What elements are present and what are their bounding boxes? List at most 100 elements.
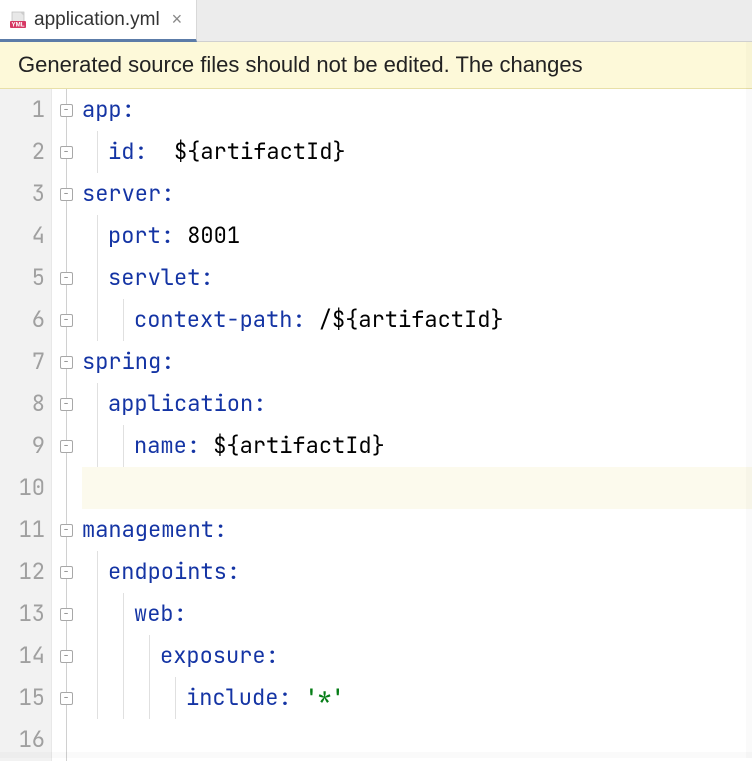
token-key: server (82, 179, 161, 208)
code-line[interactable]: name: ${artifactId} (82, 425, 752, 467)
fold-close-icon[interactable]: − (60, 146, 73, 159)
token-colon: : (214, 515, 227, 544)
indent-guide (175, 677, 176, 719)
fold-close-icon[interactable]: − (60, 440, 73, 453)
indent-guide (97, 425, 98, 467)
code-line[interactable]: id: ${artifactId} (82, 131, 752, 173)
line-number: 15 (10, 677, 45, 719)
code-line[interactable]: management: (82, 509, 752, 551)
fold-open-icon[interactable]: − (60, 188, 73, 201)
line-number: 8 (10, 383, 45, 425)
line-number: 5 (10, 257, 45, 299)
fold-marker[interactable]: − (52, 551, 80, 593)
token-key: port (108, 221, 161, 250)
code-line[interactable]: web: (82, 593, 752, 635)
code-line[interactable]: spring: (82, 341, 752, 383)
fold-marker (52, 215, 80, 257)
yml-file-icon: YML (10, 11, 28, 29)
svg-text:YML: YML (11, 21, 24, 28)
token-val: ${artifactId} (200, 431, 385, 460)
fold-marker[interactable]: − (52, 299, 80, 341)
fold-marker[interactable]: − (52, 425, 80, 467)
fold-open-icon[interactable]: − (60, 398, 73, 411)
token-val: 8001 (174, 221, 240, 250)
code-line[interactable]: include: '*' (82, 677, 752, 719)
fold-marker[interactable]: − (52, 593, 80, 635)
indent-guide (97, 299, 98, 341)
fold-open-icon[interactable]: − (60, 608, 73, 621)
token-colon: : (227, 557, 240, 586)
token-colon: : (161, 221, 174, 250)
fold-open-icon[interactable]: − (60, 356, 73, 369)
indent-guide (123, 593, 124, 635)
fold-marker[interactable]: − (52, 677, 80, 719)
indent-guide (97, 131, 98, 173)
token-key: name (134, 431, 187, 460)
fold-marker[interactable]: − (52, 131, 80, 173)
fold-marker[interactable]: − (52, 257, 80, 299)
line-number: 11 (10, 509, 45, 551)
line-number: 6 (10, 299, 45, 341)
fold-marker[interactable]: − (52, 173, 80, 215)
token-key: spring (82, 347, 161, 376)
token-colon: : (122, 95, 135, 124)
fold-open-icon[interactable]: − (60, 104, 73, 117)
token-colon: : (174, 599, 187, 628)
tab-filename: application.yml (34, 9, 160, 31)
token-key: web (134, 599, 174, 628)
token-colon: : (253, 389, 266, 418)
token-val (292, 683, 305, 712)
token-key: exposure (160, 641, 266, 670)
close-icon[interactable]: × (172, 9, 183, 30)
code-line[interactable] (82, 467, 752, 509)
token-colon: : (292, 305, 305, 334)
fold-marker[interactable]: − (52, 635, 80, 677)
file-tab[interactable]: YML application.yml × (0, 0, 197, 42)
indent-guide (123, 425, 124, 467)
fold-marker[interactable]: − (52, 89, 80, 131)
vertical-scrollbar[interactable] (746, 42, 752, 758)
indent-guide (97, 383, 98, 425)
line-number: 1 (10, 89, 45, 131)
line-number: 3 (10, 173, 45, 215)
indent-guide (97, 551, 98, 593)
indent-guide (97, 215, 98, 257)
indent-guide (97, 635, 98, 677)
line-number-gutter: 12345678910111213141516 (0, 89, 52, 761)
code-line[interactable]: app: (82, 89, 752, 131)
code-line[interactable]: port: 8001 (82, 215, 752, 257)
fold-close-icon[interactable]: − (60, 314, 73, 327)
code-editor[interactable]: 12345678910111213141516 −−−−−−−−−−−−− ap… (0, 89, 752, 761)
token-key: context-path (134, 305, 292, 334)
fold-close-icon[interactable]: − (60, 692, 73, 705)
fold-open-icon[interactable]: − (60, 524, 73, 537)
code-line[interactable]: application: (82, 383, 752, 425)
indent-guide (97, 257, 98, 299)
fold-marker[interactable]: − (52, 341, 80, 383)
fold-marker[interactable]: − (52, 509, 80, 551)
fold-open-icon[interactable]: − (60, 272, 73, 285)
fold-open-icon[interactable]: − (60, 566, 73, 579)
token-key: app (82, 95, 122, 124)
code-content[interactable]: app:id: ${artifactId}server:port: 8001se… (80, 89, 752, 761)
indent-guide (97, 593, 98, 635)
code-line[interactable]: endpoints: (82, 551, 752, 593)
line-number: 9 (10, 425, 45, 467)
token-colon: : (266, 641, 279, 670)
indent-guide (123, 299, 124, 341)
code-line[interactable]: servlet: (82, 257, 752, 299)
code-line[interactable]: server: (82, 173, 752, 215)
fold-marker[interactable]: − (52, 383, 80, 425)
line-number: 7 (10, 341, 45, 383)
warning-banner: Generated source files should not be edi… (0, 42, 752, 89)
code-line[interactable]: exposure: (82, 635, 752, 677)
token-key: endpoints (108, 557, 227, 586)
code-line[interactable]: context-path: /${artifactId} (82, 299, 752, 341)
token-colon: : (187, 431, 200, 460)
token-colon: : (161, 179, 174, 208)
fold-open-icon[interactable]: − (60, 650, 73, 663)
indent-guide (149, 635, 150, 677)
horizontal-scrollbar[interactable] (0, 752, 752, 758)
indent-guide (97, 677, 98, 719)
token-key: id (108, 137, 134, 166)
